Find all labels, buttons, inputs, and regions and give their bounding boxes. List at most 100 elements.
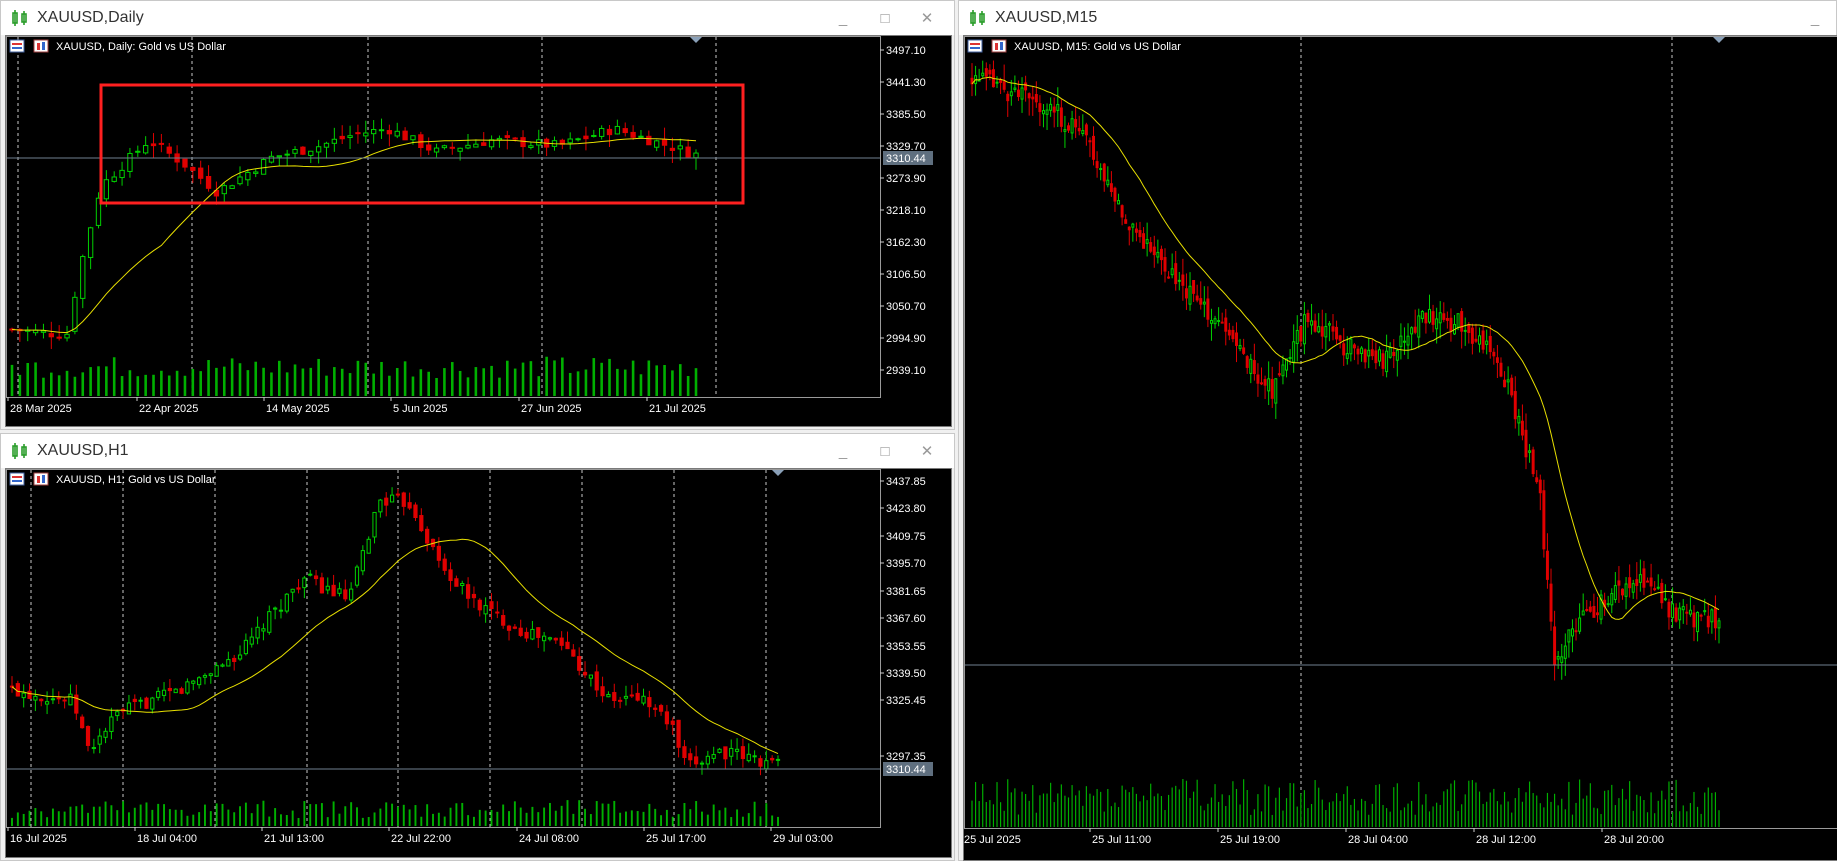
candle-body: [448, 569, 453, 581]
candle-body: [1710, 609, 1714, 623]
candle-body: [1020, 87, 1024, 100]
m15-titlebar[interactable]: XAUUSD,M15 _: [959, 1, 1836, 35]
candle-body: [1478, 335, 1482, 345]
candle-body: [1006, 93, 1010, 102]
candle-body: [1081, 130, 1085, 135]
chart-type-icon: [991, 39, 1007, 53]
candle-body: [97, 735, 102, 745]
candle-body: [1542, 490, 1546, 550]
minimize-button[interactable]: _: [1794, 1, 1836, 35]
candle-body: [995, 81, 999, 84]
candle-body: [331, 138, 338, 144]
candle-body: [1288, 357, 1292, 360]
current-price-label: 3310.44: [886, 764, 926, 776]
candle-body: [1013, 87, 1017, 90]
candle-body: [1635, 579, 1639, 586]
daily-titlebar[interactable]: XAUUSD,Daily _ □ ✕: [1, 1, 954, 35]
candle-body: [1410, 327, 1414, 335]
plot-frame: [964, 36, 1837, 829]
candle-body: [349, 588, 354, 601]
price-tick-label: 3497.10: [886, 45, 926, 57]
candle-body: [1199, 298, 1203, 305]
candle-body: [1213, 318, 1217, 325]
daily-chart-area[interactable]: 3497.10 3441.30 3385.50 3329.70 3273.90 3218.…: [5, 35, 952, 427]
candle-body: [629, 694, 634, 697]
candle-body: [1095, 161, 1099, 169]
candle-body: [1177, 279, 1181, 282]
h1-chart-area[interactable]: 3437.85 3423.80 3409.75 3395.70 3381.65 3367.…: [5, 468, 952, 858]
chart-shift-marker: [690, 37, 702, 43]
candle-body: [1663, 598, 1667, 601]
candle-body: [142, 145, 149, 154]
candle-body: [1249, 358, 1253, 374]
candle-body: [1495, 357, 1499, 363]
m15-chart-area[interactable]: 25 Jul 2025 25 Jul 11:00 25 Jul 19:00 28 Ju…: [963, 35, 1837, 861]
candle-body: [1174, 263, 1178, 285]
candle-body: [1127, 226, 1131, 231]
candle-body: [292, 149, 298, 154]
candle-body: [1474, 338, 1478, 342]
candle-body: [91, 747, 96, 750]
candle-body: [1470, 327, 1474, 344]
candle-body: [1653, 588, 1657, 591]
candle-body: [489, 601, 494, 610]
candle-body: [1220, 321, 1224, 324]
daily-chart-window[interactable]: XAUUSD,Daily _ □ ✕ 3497.10 3441.30 3385.50…: [0, 0, 955, 430]
candle-body: [185, 681, 190, 694]
candle-body: [1131, 223, 1135, 228]
candle-body: [87, 227, 94, 258]
h1-chart-window[interactable]: XAUUSD,H1 _ □ ✕ 3437.85 3423.80 3409.75 339…: [0, 433, 955, 861]
chart-properties-icon-stripe: [12, 43, 22, 45]
chart-properties-icon-stripe: [12, 476, 22, 478]
candle-body: [1231, 329, 1235, 340]
daily-price-chart[interactable]: 3497.103441.303385.503329.703273.903218.…: [6, 36, 951, 426]
candle-body: [481, 142, 487, 146]
candle-body: [1699, 614, 1703, 617]
candle-body: [191, 680, 196, 684]
candle-body: [1088, 140, 1092, 143]
candle-body: [1549, 583, 1553, 622]
chart-type-icon-bar: [42, 475, 45, 483]
minimize-button[interactable]: _: [822, 1, 864, 35]
candle-body: [202, 674, 208, 678]
candle-body: [1492, 351, 1496, 357]
minimize-button[interactable]: _: [822, 434, 864, 468]
candle-body: [711, 754, 716, 759]
candle-body: [669, 147, 676, 151]
candle-body: [441, 145, 448, 149]
time-tick-label: 28 Jul 04:00: [1348, 834, 1408, 846]
candle-body: [343, 589, 348, 600]
m15-chart-window[interactable]: XAUUSD,M15 _ 25 Jul 2025 25 Jul 11:00 25 J…: [958, 0, 1837, 861]
candle-body: [85, 726, 91, 746]
time-tick-label: 22 Apr 2025: [139, 403, 198, 415]
candle-body: [1320, 326, 1324, 337]
candle-body: [559, 637, 564, 646]
h1-titlebar[interactable]: XAUUSD,H1 _ □ ✕: [1, 434, 954, 468]
candle-body: [425, 528, 430, 544]
candle-body: [103, 179, 110, 200]
candle-body: [347, 135, 353, 138]
h1-price-chart[interactable]: 3437.85 3423.80 3409.75 3395.70 3381.65 3367.…: [6, 469, 951, 857]
candle-body: [323, 142, 330, 148]
close-button[interactable]: ✕: [906, 1, 948, 35]
plot-frame: [6, 469, 881, 828]
m15-price-chart[interactable]: 25 Jul 2025 25 Jul 11:00 25 Jul 19:00 28 Ju…: [964, 36, 1837, 860]
maximize-button[interactable]: □: [864, 1, 906, 35]
candle-body: [1592, 606, 1596, 618]
candle-body: [567, 138, 573, 144]
candle-body: [1581, 610, 1585, 616]
candle-body: [1567, 629, 1571, 643]
candle-body: [1406, 335, 1410, 346]
candle-body: [1067, 125, 1070, 131]
maximize-button[interactable]: □: [864, 434, 906, 468]
candle-body: [395, 493, 401, 496]
candle-body: [1016, 89, 1020, 98]
candle-body: [1202, 301, 1206, 305]
candle-body: [372, 511, 377, 538]
candle-body: [705, 755, 710, 765]
candle-body: [166, 146, 172, 154]
close-button[interactable]: ✕: [906, 434, 948, 468]
candle-body: [68, 693, 73, 706]
candle-body: [407, 502, 412, 509]
moving-average-line: [11, 137, 697, 334]
